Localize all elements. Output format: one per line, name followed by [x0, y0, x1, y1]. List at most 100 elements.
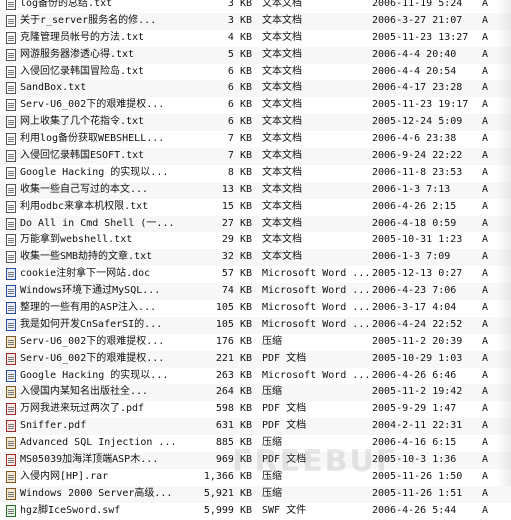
file-attributes: A — [482, 386, 489, 398]
file-row[interactable]: 入侵国内某知名出版社全... 264 KB 压缩 2005-11-2 19:42 A — [0, 384, 511, 402]
file-attributes: A — [482, 65, 489, 77]
file-modified: 2006-11-8 23:53 — [372, 166, 463, 178]
txt-file-icon — [6, 47, 20, 63]
file-type: 压缩 — [262, 386, 282, 398]
file-type: 文本文档 — [262, 183, 302, 195]
file-row[interactable]: 利用log备份获取WEBSHELL... 7 KB 文本文档 2006-4-6 23:… — [0, 131, 511, 148]
file-row[interactable]: 入侵回忆录韩国ESOFT.txt 7 KB 文本文档 2006-9-24 22:22 A — [0, 148, 511, 165]
file-modified: 2005-11-2 20:39 — [372, 335, 463, 347]
file-type: 压缩 — [262, 487, 282, 499]
archive-icon-glyph — [6, 335, 16, 348]
file-row[interactable]: Do All in Cmd Shell (一... 27 KB 文本文档 2006-4… — [0, 215, 511, 233]
file-size: 264 KB — [215, 386, 252, 398]
file-type: 压缩 — [262, 335, 282, 347]
pdf-file-icon — [6, 351, 20, 367]
file-name: 利用odbc来拿本机权限.txt — [20, 200, 149, 212]
file-row[interactable]: SandBox.txt 6 KB 文本文档 2006-4-17 23:28 A — [0, 80, 511, 98]
file-attributes: A — [482, 116, 489, 128]
file-size: 105 KB — [215, 318, 252, 330]
file-modified: 2006-4-26 2:15 — [372, 200, 457, 212]
file-name: Sniffer.pdf — [20, 420, 87, 432]
file-row[interactable]: 万网我进来玩过两次了.pdf 598 KB PDF 文档 2005-9-29 1:47… — [0, 401, 511, 418]
file-row[interactable]: 利用odbc来拿本机权限.txt 15 KB 文本文档 2006-4-26 2:15 A — [0, 199, 511, 216]
file-row[interactable]: Windows环境下通过MySQL... 74 KB Microsoft Word … — [0, 283, 511, 301]
file-row[interactable]: 网上收集了几个花指令.txt 6 KB 文本文档 2005-12-24 5:09 A — [0, 114, 511, 132]
file-name: Serv-U6_002下的艰难提权... — [20, 99, 165, 111]
archive-icon — [6, 469, 20, 485]
file-size: 598 KB — [215, 403, 252, 415]
file-modified: 2006-9-24 22:22 — [372, 150, 463, 162]
word-doc-icon-glyph — [6, 302, 16, 315]
file-type: 文本文档 — [262, 217, 302, 229]
file-size: 263 KB — [215, 369, 252, 381]
txt-file-icon-glyph — [6, 251, 16, 264]
file-size: 5,921 KB — [203, 487, 252, 499]
file-name: 入侵回忆录韩国ESOFT.txt — [20, 150, 145, 162]
file-row[interactable]: Google Hacking 的实现以... 8 KB 文本文档 2006-11-8 … — [0, 165, 511, 182]
file-attributes: A — [482, 183, 489, 195]
txt-file-icon-glyph — [6, 116, 16, 129]
file-row[interactable]: 收集一些SMB劫持的文章.txt 32 KB 文本文档 2006-1-3 7:09 A — [0, 249, 511, 267]
file-type: 文本文档 — [262, 234, 302, 246]
file-row[interactable]: Google Hacking 的实现以... 263 KB Microsoft Wo… — [0, 368, 511, 385]
txt-file-icon-glyph — [6, 150, 16, 163]
file-attributes: A — [482, 302, 489, 314]
file-row[interactable]: 万能拿到webshell.txt 29 KB 文本文档 2005-10-31 1:23… — [0, 232, 511, 249]
file-modified: 2005-11-26 1:51 — [372, 487, 463, 499]
file-attributes: A — [482, 82, 489, 94]
file-attributes: A — [482, 166, 489, 178]
file-row[interactable]: cookie注射拿下一网站.doc 57 KB Microsoft Word ...… — [0, 266, 511, 283]
file-row[interactable]: Windows 2000 Server高级... 5,921 KB 压缩 2005-1… — [0, 485, 511, 503]
txt-file-icon-glyph — [6, 82, 16, 95]
file-modified: 2006-4-26 5:44 — [372, 504, 457, 516]
file-row[interactable]: Serv-U6_002下的艰难提权... 221 KB PDF 文档 2005-10-… — [0, 350, 511, 368]
file-name: 关于r_server服务名的修... — [20, 14, 157, 26]
file-type: PDF 文档 — [262, 454, 307, 466]
file-attributes: A — [482, 133, 489, 145]
file-size: 3 KB — [227, 0, 252, 9]
file-modified: 2006-4-24 22:52 — [372, 318, 463, 330]
file-row[interactable]: 收集一些自己写过的本文... 13 KB 文本文档 2006-1-3 7:13 A — [0, 181, 511, 199]
file-size: 1,366 KB — [203, 470, 252, 482]
file-attributes: A — [482, 403, 489, 415]
file-row[interactable]: log备份的总结.txt 3 KB 文本文档 2006-11-19 5:24 A — [0, 0, 511, 13]
file-size: 5,999 KB — [203, 504, 252, 516]
file-modified: 2006-4-4 20:40 — [372, 48, 457, 60]
file-row[interactable]: 入侵内网[HP].rar 1,366 KB 压缩 2005-11-26 1:50 A — [0, 469, 511, 486]
file-type: 压缩 — [262, 470, 282, 482]
file-size: 15 KB — [221, 200, 252, 212]
file-size: 7 KB — [227, 133, 252, 145]
file-modified: 2006-4-17 23:28 — [372, 82, 463, 94]
file-rows: log备份的总结.txt 3 KB 文本文档 2006-11-19 5:24 A 关于r_… — [0, 0, 511, 520]
file-row[interactable]: 关于r_server服务名的修... 3 KB 文本文档 2006-3-27 21:0… — [0, 12, 511, 30]
file-modified: 2006-4-26 6:46 — [372, 369, 457, 381]
file-row[interactable]: 克隆管理员帐号的方法.txt 4 KB 文本文档 2005-11-23 13:27 A — [0, 30, 511, 47]
file-size: 5 KB — [227, 48, 252, 60]
file-size: 6 KB — [227, 99, 252, 111]
file-row[interactable]: hgz脚IceSword.swf 5,999 KB SWF 文件 2006-4-26 … — [0, 503, 511, 520]
txt-file-icon — [6, 64, 20, 80]
file-name: Serv-U6_002下的艰难提权... — [20, 335, 165, 347]
file-row[interactable]: 入侵回忆录韩国冒险岛.txt 6 KB 文本文档 2006-4-4 20:54 A — [0, 64, 511, 81]
file-modified: 2006-1-3 7:13 — [372, 183, 451, 195]
file-modified: 2006-3-17 4:04 — [372, 302, 457, 314]
file-size: 27 KB — [221, 217, 252, 229]
file-type: Microsoft Word ... — [262, 369, 371, 381]
file-row[interactable]: Sniffer.pdf 631 KB PDF 文档 2004-2-11 22:31 A — [0, 418, 511, 436]
file-row[interactable]: 网游服务器渗透心得.txt 5 KB 文本文档 2006-4-4 20:40 A — [0, 46, 511, 64]
file-name: hgz脚IceSword.swf — [20, 504, 121, 516]
file-row[interactable]: 我是如何开发CnSaferSI的... 105 KB Microsoft Word … — [0, 316, 511, 334]
pdf-file-icon-glyph — [6, 454, 16, 467]
file-list: log备份的总结.txt 3 KB 文本文档 2006-11-19 5:24 A 关于r_… — [0, 0, 511, 517]
file-modified: 2005-10-29 1:03 — [372, 352, 463, 364]
file-row[interactable]: MS05039加海洋顶端ASP木... 969 KB PDF 文档 2005-10-3… — [0, 452, 511, 469]
file-modified: 2005-10-3 1:36 — [372, 454, 457, 466]
file-modified: 2006-4-18 0:59 — [372, 217, 457, 229]
file-row[interactable]: Serv-U6_002下的艰难提权... 6 KB 文本文档 2005-11-23 1… — [0, 97, 511, 114]
file-type: 文本文档 — [262, 166, 302, 178]
file-row[interactable]: 整理的一些有用的ASP注入... 105 KB Microsoft Word ...… — [0, 300, 511, 317]
file-row[interactable]: Advanced SQL Injection ... 885 KB 压缩 2006-4… — [0, 435, 511, 452]
word-doc-icon — [6, 317, 20, 333]
txt-file-icon — [6, 131, 20, 147]
file-row[interactable]: Serv-U6_002下的艰难提权... 176 KB 压缩 2005-11-2 20… — [0, 334, 511, 351]
